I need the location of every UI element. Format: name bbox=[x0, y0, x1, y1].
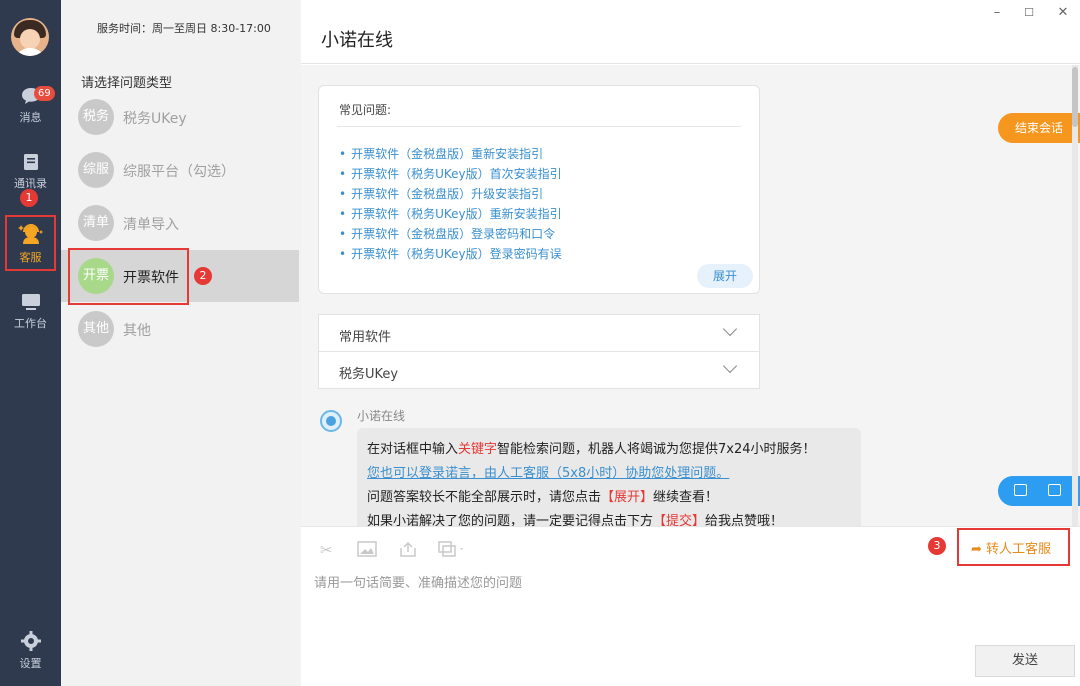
chevron-down-icon bbox=[722, 358, 738, 374]
floating-tools bbox=[998, 476, 1080, 506]
faq-link[interactable]: 开票软件（金税盘版）重新安装指引 bbox=[339, 144, 562, 164]
input-area: ✂ 请用一句话简要、准确描述您的问题 3 ➦ 转人工客服 发送 bbox=[301, 526, 1080, 686]
category-label: 综服平台（勾选） bbox=[123, 164, 235, 180]
message-text: 智能检索问题，机器人将竭诚为您提供7x24小时服务！ bbox=[497, 442, 816, 457]
transfer-to-agent-button[interactable]: ➦ 转人工客服 bbox=[971, 538, 1051, 557]
faq-card: 常见问题: 开票软件（金税盘版）重新安装指引 开票软件（税务UKey版）首次安装… bbox=[318, 85, 760, 294]
close-button[interactable]: ✕ bbox=[1053, 5, 1073, 20]
picture-icon[interactable] bbox=[357, 541, 377, 557]
faq-link[interactable]: 开票软件（金税盘版）登录密码和口令 bbox=[339, 224, 562, 244]
category-item-other[interactable]: 其他 其他 bbox=[61, 303, 299, 355]
message-highlight: 【提交】 bbox=[653, 514, 706, 526]
category-title: 请选择问题类型 bbox=[81, 76, 173, 91]
accordion-item-ukey[interactable]: 税务UKey bbox=[319, 352, 759, 389]
step-marker-1: 1 bbox=[20, 189, 38, 207]
highlight-box-invoice-software bbox=[68, 248, 189, 305]
accordion-item-common-software[interactable]: 常用软件 bbox=[319, 315, 759, 352]
category-badge: 其他 bbox=[78, 311, 114, 347]
send-button[interactable]: 发送 bbox=[975, 645, 1075, 677]
message-line: 您也可以登录诺言，由人工客服（5x8小时）协助您处理问题。 bbox=[367, 462, 851, 486]
rail-item-contacts[interactable]: 通讯录 bbox=[0, 152, 61, 191]
transfer-label: 转人工客服 bbox=[986, 542, 1052, 557]
chevron-down-icon bbox=[722, 321, 738, 337]
accordion-label: 税务UKey bbox=[339, 367, 399, 382]
divider bbox=[337, 126, 741, 127]
faq-link[interactable]: 开票软件（税务UKey版）登录密码有误 bbox=[339, 244, 562, 264]
category-badge: 综服 bbox=[78, 152, 114, 188]
upload-icon[interactable] bbox=[398, 541, 418, 557]
category-label: 清单导入 bbox=[123, 217, 179, 233]
message-text: 在对话框中输入 bbox=[367, 442, 459, 457]
faq-list: 开票软件（金税盘版）重新安装指引 开票软件（税务UKey版）首次安装指引 开票软… bbox=[339, 144, 562, 264]
faq-link[interactable]: 开票软件（税务UKey版）首次安装指引 bbox=[339, 164, 562, 184]
step-marker-2: 2 bbox=[194, 267, 212, 285]
rail-item-workbench[interactable]: 工作台 bbox=[0, 292, 61, 331]
chat-area[interactable]: 常见问题: 开票软件（金税盘版）重新安装指引 开票软件（税务UKey版）首次安装… bbox=[301, 65, 1080, 526]
left-rail: 消息 69 通讯录 客服 1 工作台 设置 bbox=[0, 0, 61, 686]
highlight-box-customer-service bbox=[5, 215, 56, 271]
message-highlight: 【展开】 bbox=[601, 490, 654, 505]
bot-message: 在对话框中输入关键字智能检索问题，机器人将竭诚为您提供7x24小时服务！ 您也可… bbox=[357, 428, 861, 526]
scissors-icon[interactable]: ✂ bbox=[320, 541, 333, 559]
message-highlight: 关键字 bbox=[458, 442, 498, 457]
end-chat-button[interactable]: 结束会话 bbox=[998, 113, 1080, 143]
settings-icon bbox=[20, 631, 41, 651]
faq-link[interactable]: 开票软件（税务UKey版）重新安装指引 bbox=[339, 204, 562, 224]
bot-name: 小诺在线 bbox=[357, 409, 406, 423]
workbench-icon bbox=[21, 294, 40, 310]
minimize-button[interactable]: – bbox=[987, 5, 1007, 20]
rail-label: 通讯录 bbox=[14, 177, 47, 190]
maximize-button[interactable]: ☐ bbox=[1019, 6, 1039, 19]
message-text: 继续查看！ bbox=[653, 490, 719, 505]
message-text: 给我点赞哦！ bbox=[705, 514, 784, 526]
chat-window: 小诺在线 – ☐ ✕ 常见问题: 开票软件（金税盘版）重新安装指引 开票软件（税… bbox=[301, 0, 1080, 686]
scrollbar[interactable] bbox=[1072, 65, 1078, 526]
rail-label: 工作台 bbox=[14, 317, 47, 330]
accordion-label: 常用软件 bbox=[339, 330, 392, 345]
category-label: 税务UKey bbox=[123, 111, 187, 127]
edit-icon[interactable] bbox=[1014, 484, 1027, 496]
category-badge: 清单 bbox=[78, 205, 114, 241]
unread-badge: 69 bbox=[34, 86, 55, 101]
manual-service-link[interactable]: 您也可以登录诺言，由人工客服（5x8小时）协助您处理问题。 bbox=[367, 466, 729, 481]
message-text: 问题答案较长不能全部展示时，请您点击 bbox=[367, 490, 602, 505]
service-time: 服务时间：周一至周日 8:30-17:00 bbox=[97, 22, 271, 35]
step-marker-3: 3 bbox=[928, 537, 946, 555]
category-item-list-import[interactable]: 清单 清单导入 bbox=[61, 197, 299, 249]
bot-avatar bbox=[320, 410, 342, 432]
avatar[interactable] bbox=[11, 18, 49, 56]
rail-label: 消息 bbox=[19, 111, 42, 124]
message-line: 在对话框中输入关键字智能检索问题，机器人将竭诚为您提供7x24小时服务！ bbox=[367, 438, 851, 462]
category-panel: 服务时间：周一至周日 8:30-17:00 请选择问题类型 税务 税务UKey … bbox=[61, 0, 301, 686]
category-label: 其他 bbox=[123, 323, 151, 339]
category-badge: 税务 bbox=[78, 99, 114, 135]
faq-title: 常见问题: bbox=[339, 103, 392, 117]
accordion: 常用软件 税务UKey bbox=[318, 314, 760, 389]
image-icon[interactable] bbox=[1048, 484, 1061, 496]
chat-header: 小诺在线 – ☐ ✕ bbox=[301, 0, 1080, 64]
expand-button[interactable]: 展开 bbox=[697, 264, 753, 288]
message-line: 如果小诺解决了您的问题，请一定要记得点击下方【提交】给我点赞哦！ bbox=[367, 510, 851, 526]
message-text: 如果小诺解决了您的问题，请一定要记得点击下方 bbox=[367, 514, 654, 526]
chat-title: 小诺在线 bbox=[321, 30, 393, 51]
share-arrow-icon: ➦ bbox=[971, 542, 982, 557]
rail-label: 设置 bbox=[19, 657, 42, 670]
category-item-platform[interactable]: 综服 综服平台（勾选） bbox=[61, 144, 299, 196]
message-line: 问题答案较长不能全部展示时，请您点击【展开】继续查看！ bbox=[367, 486, 851, 510]
message-input[interactable]: 请用一句话简要、准确描述您的问题 bbox=[314, 572, 522, 591]
rail-item-settings[interactable]: 设置 bbox=[0, 630, 61, 671]
scrollbar-thumb[interactable] bbox=[1072, 67, 1078, 127]
faq-link[interactable]: 开票软件（金税盘版）升级安装指引 bbox=[339, 184, 562, 204]
category-item-ukey[interactable]: 税务 税务UKey bbox=[61, 91, 299, 143]
screenshot-icon[interactable] bbox=[438, 541, 466, 557]
contacts-icon bbox=[23, 154, 38, 170]
